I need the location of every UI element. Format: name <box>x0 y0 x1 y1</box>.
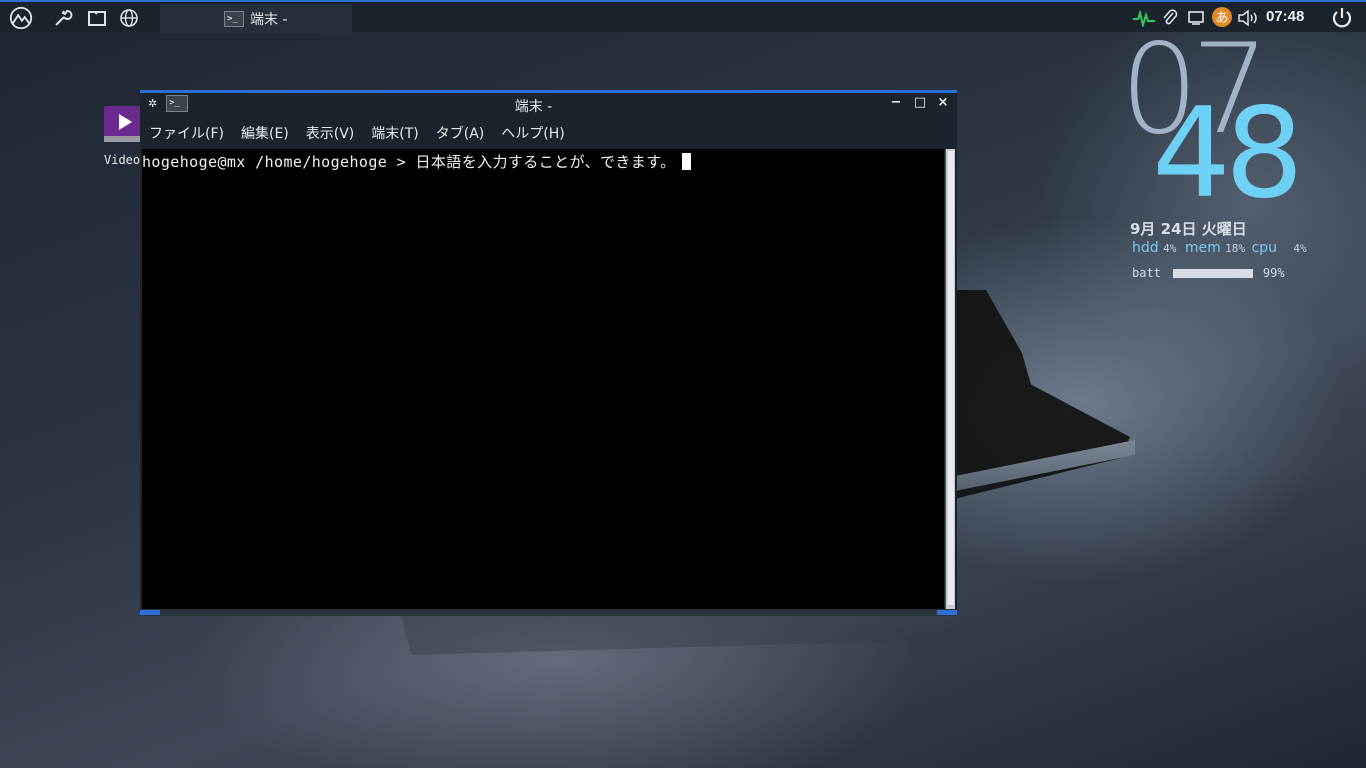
window-bottom-border[interactable] <box>140 609 957 616</box>
text-cursor <box>681 153 691 170</box>
taskbar-item-terminal[interactable]: >_ 端末 - <box>160 4 352 34</box>
taskbar-item-label: 端末 - <box>250 12 288 28</box>
window-titlebar[interactable]: ✲ >_ 端末 - − □ × <box>140 93 957 118</box>
mx-logo-icon[interactable] <box>8 6 34 30</box>
mem-value: 18% <box>1225 242 1246 255</box>
menu-view[interactable]: 表示(V) <box>306 123 355 147</box>
scrollbar[interactable] <box>945 149 955 609</box>
globe-icon[interactable] <box>116 6 142 30</box>
conky-date: 9月 24日 火曜日 <box>1130 220 1247 238</box>
batt-value: 99% <box>1262 266 1285 280</box>
batt-label: batt <box>1132 266 1161 280</box>
panel-clock[interactable]: 07:48 <box>1266 8 1304 25</box>
wallpaper-shape <box>400 610 960 655</box>
battery-bar <box>1172 268 1253 278</box>
terminal-area[interactable]: hogehoge@mx /home/hogehoge > 日本語を入力することが… <box>142 149 944 609</box>
desktop-icon-label[interactable]: Video <box>104 153 140 167</box>
terminal-window: ✲ >_ 端末 - − □ × ファイル(F) 編集(E) 表示(V) 端末(T… <box>140 90 957 616</box>
terminal-line: hogehoge@mx /home/hogehoge > 日本語を入力することが… <box>142 151 691 172</box>
folder-icon[interactable] <box>84 6 110 30</box>
conky-battery: batt 99% <box>1132 266 1285 280</box>
video-icon-shelf <box>104 136 142 142</box>
resize-corner-left[interactable] <box>140 610 160 615</box>
menu-help[interactable]: ヘルプ(H) <box>501 123 564 147</box>
cpu-value: 4% <box>1293 242 1307 255</box>
maximize-button[interactable]: □ <box>912 95 928 113</box>
conky-minutes: 48 <box>1152 82 1304 226</box>
wrench-icon[interactable] <box>50 6 76 30</box>
menu-edit[interactable]: 編集(E) <box>241 123 289 147</box>
minimize-button[interactable]: − <box>888 95 904 113</box>
hdd-value: 4% <box>1163 242 1177 255</box>
conky-stats: hdd 4% mem 18% cpu 4% <box>1132 240 1307 256</box>
terminal-icon: >_ <box>224 11 244 27</box>
close-button[interactable]: × <box>935 95 951 113</box>
menu-bar: ファイル(F) 編集(E) 表示(V) 端末(T) タブ(A) ヘルプ(H) <box>140 123 573 147</box>
window-title: 端末 - <box>514 99 553 115</box>
cpu-label: cpu <box>1251 240 1277 256</box>
scrollbar-thumb[interactable] <box>948 151 954 605</box>
terminal-text: hogehoge@mx /home/hogehoge > 日本語を入力することが… <box>142 153 676 171</box>
menu-file[interactable]: ファイル(F) <box>149 123 224 147</box>
hdd-label: hdd <box>1132 240 1159 256</box>
mem-label: mem <box>1184 240 1221 256</box>
power-icon[interactable] <box>1330 5 1354 31</box>
menu-terminal[interactable]: 端末(T) <box>371 123 418 147</box>
menu-tabs[interactable]: タブ(A) <box>436 123 485 147</box>
resize-corner-right[interactable] <box>937 610 957 615</box>
